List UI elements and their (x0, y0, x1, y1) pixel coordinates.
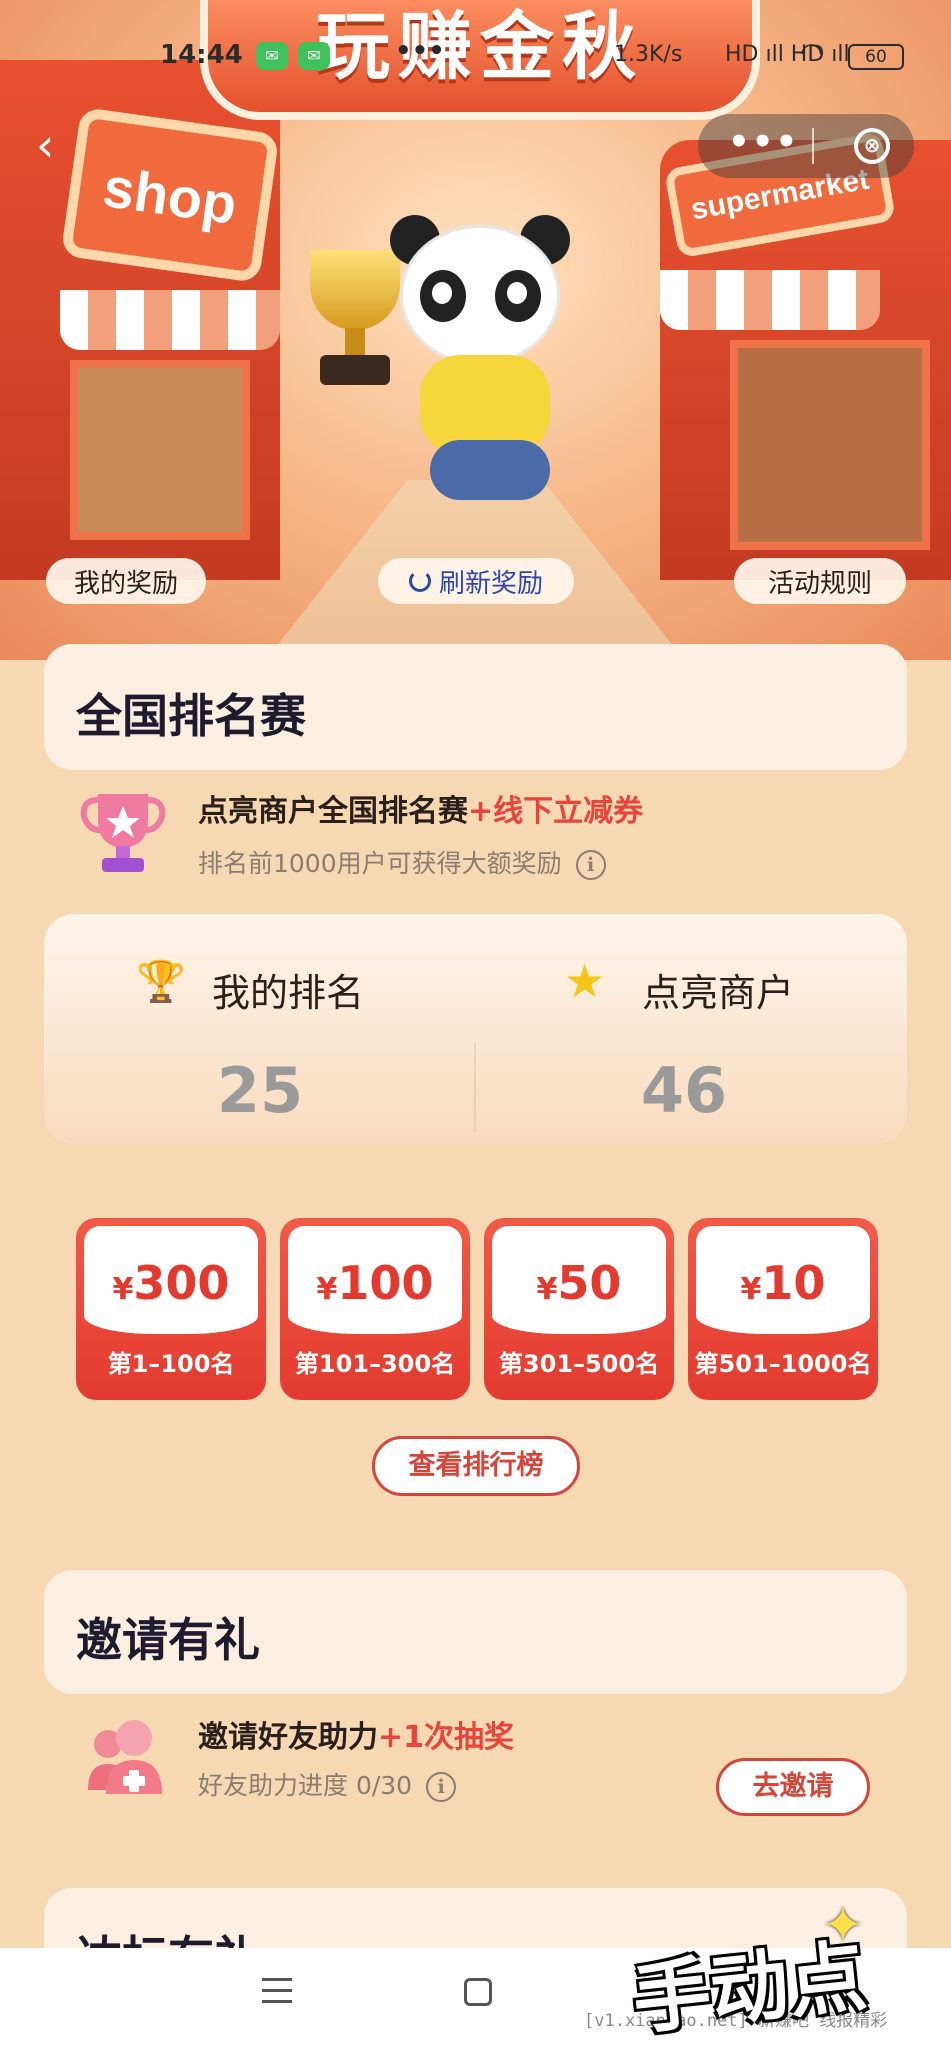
reward-amount: ¥10 (740, 1256, 826, 1310)
sparkle-icon: ✦ (822, 1896, 864, 1954)
my-rank-label: 我的排名 (212, 971, 365, 1015)
notification-dots: ••• (395, 36, 445, 66)
wifi-icon: ◠ (800, 38, 823, 68)
refresh-icon (408, 570, 431, 592)
close-icon[interactable]: ⊗ (854, 128, 890, 164)
activity-rules-button[interactable]: 活动规则 (734, 558, 906, 604)
reward-amount: ¥300 (112, 1256, 230, 1310)
battery-icon: 60 (848, 44, 904, 70)
reward-range: 第501–1000名 (694, 1350, 872, 1378)
shop-window (730, 340, 930, 550)
reward-tier-card: ¥50 第301–500名 (484, 1218, 674, 1400)
wechat-icon: ✉ (298, 42, 330, 70)
lit-merchants-label: 点亮商户 (642, 971, 795, 1015)
ranking-section-header: 全国排名赛 (44, 644, 907, 770)
back-arrow-icon[interactable]: ‹ (36, 118, 54, 172)
home-icon[interactable] (464, 1978, 492, 2006)
reward-tier-card: ¥300 第1–100名 (76, 1218, 266, 1400)
info-icon[interactable]: i (575, 850, 606, 880)
status-bar: 14:44 ✉ ✉ ••• 1.3K/s HD ıll HD ıll ◠ 60 (0, 36, 951, 78)
invite-row-highlight: +1次抽奖 (378, 1720, 515, 1755)
wechat-icon: ✉ (256, 42, 288, 70)
invite-progress-text: 好友助力进度 0/30 (198, 1771, 413, 1800)
divider (474, 1042, 476, 1132)
activity-rules-label: 活动规则 (767, 568, 872, 599)
network-speed: 1.3K/s (614, 42, 683, 67)
my-rank-value: 25 (216, 1054, 304, 1127)
star-icon: ★ (564, 954, 606, 1008)
invite-friends-icon (82, 1714, 168, 1800)
ranking-row-subtitle: 排名前1000用户可获得大额奖励 i (198, 844, 606, 880)
section-title: 邀请有礼 (72, 1604, 260, 1674)
reward-amount: ¥50 (536, 1256, 622, 1310)
invite-row-main-text: 邀请好友助力 (198, 1720, 378, 1755)
invite-row-title: 邀请好友助力+1次抽奖 (198, 1712, 514, 1756)
status-time: 14:44 (160, 40, 243, 70)
awning (60, 290, 280, 350)
my-rewards-button[interactable]: 我的奖励 (46, 558, 206, 604)
info-icon[interactable]: i (426, 1772, 457, 1802)
invite-button[interactable]: 去邀请 (716, 1758, 870, 1816)
reward-tier-card: ¥10 第501–1000名 (688, 1218, 878, 1400)
my-rewards-label: 我的奖励 (73, 568, 178, 599)
awning (660, 270, 880, 330)
shop-window (70, 360, 250, 540)
panda-mascot (380, 215, 580, 515)
ranking-row-main-text: 点亮商户全国排名赛 (198, 794, 468, 829)
menu-icon[interactable] (262, 1978, 292, 2004)
miniapp-capsule: ••• ⊗ (698, 114, 914, 178)
more-icon[interactable]: ••• (728, 122, 799, 162)
ranking-stats-card: 🏆 我的排名 25 ★ 点亮商户 46 (44, 914, 907, 1144)
ranking-row-sub-text: 排名前1000用户可获得大额奖励 (198, 849, 562, 878)
refresh-rewards-label: 刷新奖励 (438, 568, 543, 599)
reward-tier-card: ¥100 第101–300名 (280, 1218, 470, 1400)
reward-range: 第301–500名 (498, 1350, 660, 1378)
reward-amount: ¥100 (316, 1256, 434, 1310)
refresh-rewards-button[interactable]: 刷新奖励 (378, 558, 574, 604)
invite-section-header: 邀请有礼 (44, 1570, 907, 1694)
divider (812, 128, 814, 164)
shop-sign: shop (60, 106, 280, 284)
trophy-icon (80, 786, 166, 878)
signal-icon: HD ıll HD ıll (725, 42, 850, 67)
reward-range: 第1–100名 (107, 1350, 235, 1378)
reward-range: 第101–300名 (294, 1350, 456, 1378)
invite-row-subtitle: 好友助力进度 0/30 i (198, 1766, 457, 1802)
ranking-row-highlight: +线下立减券 (468, 794, 644, 829)
section-title: 全国排名赛 (72, 680, 306, 750)
trophy-icon: 🏆 (136, 959, 186, 1005)
lit-merchants-value: 46 (640, 1054, 728, 1127)
shop-right-illustration: supermarket (660, 131, 951, 580)
view-leaderboard-button[interactable]: 查看排行榜 (372, 1436, 580, 1496)
ranking-row-title: 点亮商户全国排名赛+线下立减券 (198, 786, 643, 830)
